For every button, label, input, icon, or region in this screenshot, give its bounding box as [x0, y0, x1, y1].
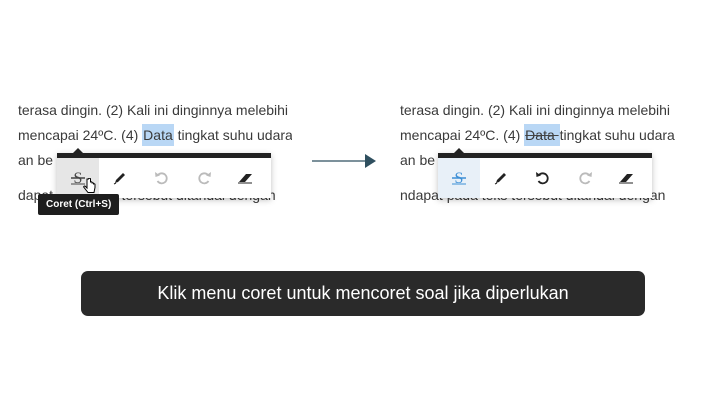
- text-segment: mencapai 24ºC. (4): [18, 127, 143, 143]
- strikethrough-tooltip: Coret (Ctrl+S): [38, 194, 120, 215]
- pencil-icon: [494, 173, 506, 185]
- annotation-toolbar-after: S: [438, 148, 652, 198]
- eraser-icon: [619, 174, 633, 184]
- strikethrough-button[interactable]: S: [57, 148, 99, 198]
- text-segment: mencapai 24ºC. (4): [400, 127, 525, 143]
- eraser-icon: [238, 174, 252, 184]
- instruction-caption: Klik menu coret untuk mencoret soal jika…: [81, 271, 645, 316]
- text-line: mencapai 24ºC. (4) Data tingkat suhu uda…: [18, 124, 292, 146]
- struck-word[interactable]: Data: [524, 124, 560, 146]
- pencil-icon: [113, 173, 125, 185]
- eraser-button[interactable]: [606, 158, 648, 198]
- strikethrough-button[interactable]: S: [438, 148, 480, 198]
- text-segment: tingkat suhu udara: [173, 127, 292, 143]
- redo-icon: [579, 172, 592, 185]
- text-segment: tingkat suhu udara: [559, 127, 675, 143]
- redo-icon: [198, 172, 211, 185]
- redo-button[interactable]: [183, 158, 225, 198]
- text-line: mencapai 24ºC. (4) Data tingkat suhu uda…: [400, 124, 675, 146]
- undo-icon: [155, 172, 168, 185]
- strikethrough-icon: S: [452, 170, 466, 187]
- redo-button[interactable]: [564, 158, 606, 198]
- undo-button[interactable]: [141, 158, 183, 198]
- text-line: terasa dingin. (2) Kali ini dinginnya me…: [400, 102, 671, 118]
- pencil-button[interactable]: [99, 158, 141, 198]
- arrow-right-icon: [312, 154, 376, 168]
- text-line: terasa dingin. (2) Kali ini dinginnya me…: [18, 102, 289, 118]
- toolbar-caret: [454, 148, 464, 153]
- selected-word[interactable]: Data: [142, 124, 174, 146]
- undo-icon: [536, 172, 549, 185]
- text-line: an be: [18, 152, 54, 168]
- pencil-button[interactable]: [480, 158, 522, 198]
- undo-button[interactable]: [522, 158, 564, 198]
- annotation-toolbar-before: S: [57, 148, 271, 198]
- toolbar-caret: [73, 148, 83, 153]
- text-line: an be: [400, 152, 436, 168]
- eraser-button[interactable]: [225, 158, 267, 198]
